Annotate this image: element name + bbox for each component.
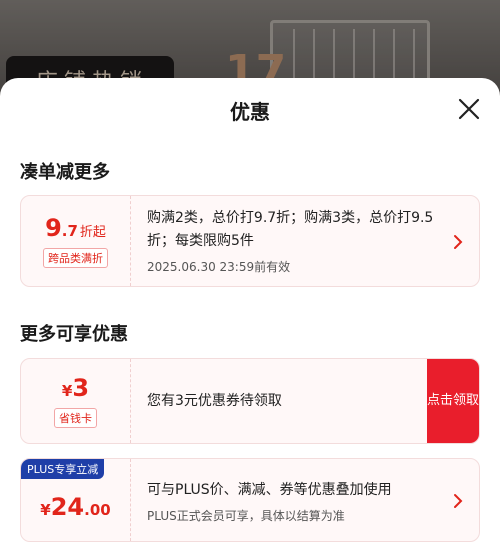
coupon-details: 您有3元优惠券待领取	[147, 359, 419, 443]
promotion-sheet: 优惠 凑单减更多 9 .7 折起 跨品类满折 购满2类，总价打9.7折；购满3类…	[0, 78, 500, 558]
plus-value: ¥ 24 .00	[40, 493, 110, 521]
discount-unit: 折起	[79, 225, 106, 240]
discount-number: 9	[45, 214, 62, 242]
plus-value-block: ¥ 24 .00	[21, 459, 131, 541]
chevron-right-icon	[454, 494, 463, 508]
close-button[interactable]	[454, 94, 484, 124]
discount-tag: 跨品类满折	[43, 248, 108, 268]
chevron-right-icon	[454, 235, 463, 249]
coupon-amount: 3	[72, 374, 90, 402]
plus-card[interactable]: PLUS专享立减 ¥ 24 .00 可与PLUS价、满减、券等优惠叠加使用 PL…	[20, 458, 480, 542]
discount-card[interactable]: 9 .7 折起 跨品类满折 购满2类，总价打9.7折；购满3类，总价打9.5折；…	[20, 195, 480, 287]
close-icon	[458, 98, 480, 120]
coupon-tag: 省钱卡	[54, 408, 97, 428]
coupon-value-block: ¥ 3 省钱卡	[21, 359, 131, 443]
plus-subtext: PLUS正式会员可享，具体以结算为准	[147, 509, 345, 523]
plus-currency: ¥	[40, 501, 51, 519]
claim-coupon-button[interactable]: 点击领取	[427, 359, 479, 443]
plus-description: 可与PLUS价、满减、券等优惠叠加使用	[147, 482, 392, 498]
plus-amount: 24	[50, 493, 85, 521]
coupon-card[interactable]: ¥ 3 省钱卡 您有3元优惠券待领取 点击领取	[20, 358, 480, 444]
section-title-more-offers: 更多可享优惠	[20, 324, 128, 345]
coupon-value: ¥ 3	[62, 374, 89, 402]
plus-decimals: .00	[84, 501, 111, 519]
coupon-description: 您有3元优惠券待领取	[147, 393, 282, 409]
plus-details: 可与PLUS价、满减、券等优惠叠加使用 PLUS正式会员可享，具体以结算为准	[147, 459, 439, 541]
discount-validity: 2025.06.30 23:59前有效	[147, 260, 291, 274]
discount-decimal: .7	[61, 222, 78, 240]
discount-value-block: 9 .7 折起 跨品类满折	[21, 196, 131, 286]
discount-details: 购满2类，总价打9.7折；购满3类，总价打9.5折；每类限购5件 2025.06…	[147, 196, 439, 286]
sheet-title: 优惠	[230, 100, 270, 124]
section-title-more-discount: 凑单减更多	[20, 162, 110, 183]
discount-value: 9 .7 折起	[45, 214, 106, 242]
coupon-currency: ¥	[61, 382, 73, 400]
discount-description: 购满2类，总价打9.7折；购满3类，总价打9.5折；每类限购5件	[147, 210, 434, 249]
